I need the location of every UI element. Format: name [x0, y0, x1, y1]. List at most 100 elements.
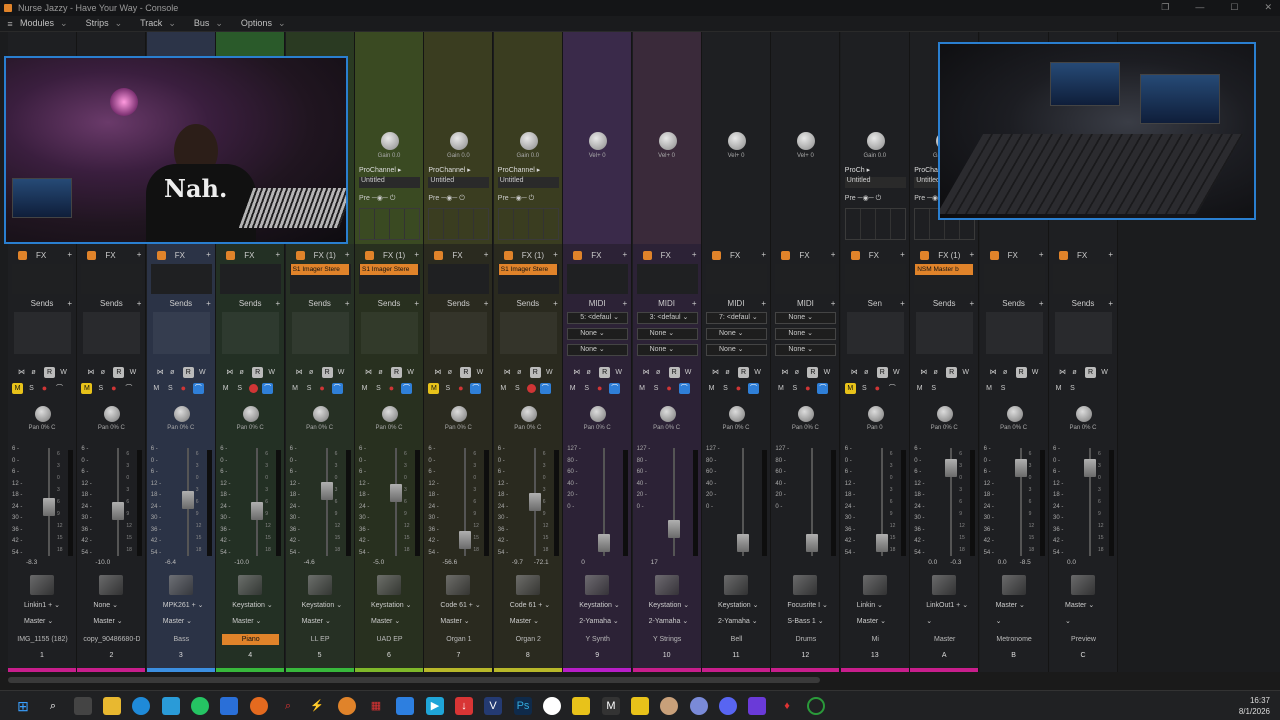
fx-plugin-chip[interactable]: S1 Imager Stere	[360, 264, 418, 275]
phase-icon[interactable]: ø	[167, 367, 178, 378]
write-button[interactable]: W	[752, 367, 763, 378]
volume-fader[interactable]	[320, 482, 333, 501]
mute-button[interactable]: M	[220, 383, 231, 394]
read-button[interactable]: R	[599, 367, 611, 378]
output-select[interactable]: Master ⌄	[498, 617, 559, 629]
sends-area[interactable]	[430, 312, 488, 354]
output-select[interactable]: Master ⌄	[359, 617, 420, 629]
read-button[interactable]: R	[807, 367, 819, 378]
track-name[interactable]: IMG_1155 (182)	[14, 634, 71, 645]
file-explorer-icon[interactable]	[103, 697, 121, 715]
add-fx-button[interactable]: +	[67, 250, 72, 259]
input-select[interactable]: Master ⌄	[1053, 601, 1114, 613]
write-button[interactable]: W	[821, 367, 832, 378]
sends-area[interactable]	[846, 312, 904, 354]
read-button[interactable]: R	[321, 367, 333, 378]
solo-button[interactable]: S	[581, 383, 592, 394]
read-button[interactable]: R	[44, 367, 55, 378]
app-icon-download[interactable]: ↓	[455, 697, 473, 715]
write-button[interactable]: W	[336, 367, 347, 378]
fx-plugin-chip[interactable]: NSM Master b	[915, 264, 974, 275]
add-send-button[interactable]: +	[900, 299, 905, 308]
input-select[interactable]: Linkin ⌄	[845, 601, 906, 613]
volume-fader[interactable]	[181, 491, 194, 510]
pan-knob[interactable]	[520, 406, 537, 422]
volume-fader[interactable]	[1014, 458, 1027, 477]
phase-icon[interactable]: ø	[97, 367, 108, 378]
add-send-button[interactable]: +	[276, 299, 281, 308]
sends-area[interactable]	[499, 312, 557, 354]
write-button[interactable]: W	[544, 367, 555, 378]
phase-icon[interactable]: ø	[444, 367, 455, 378]
output-select[interactable]: ⌄	[984, 617, 1045, 629]
automation-icon[interactable]: ⋈	[502, 367, 513, 378]
read-button[interactable]: R	[946, 367, 958, 378]
add-send-button[interactable]: +	[623, 299, 628, 308]
input-select[interactable]: Keystation ⌄	[290, 601, 351, 613]
app-icon-m[interactable]: M	[602, 697, 620, 715]
write-button[interactable]: W	[1030, 367, 1041, 378]
pan-knob[interactable]	[937, 406, 954, 422]
sends-area[interactable]	[152, 312, 210, 354]
automation-icon[interactable]: ⋈	[85, 367, 96, 378]
mute-button[interactable]: M	[359, 383, 370, 394]
solo-button[interactable]: S	[26, 383, 37, 394]
write-button[interactable]: W	[891, 367, 902, 378]
fx-bin[interactable]	[844, 264, 906, 294]
add-fx-button[interactable]: +	[206, 250, 211, 259]
volume-fader[interactable]	[806, 533, 819, 552]
pan-knob[interactable]	[1076, 406, 1092, 422]
output-select[interactable]: Master ⌄	[845, 617, 906, 629]
output-select[interactable]: Master ⌄	[290, 617, 351, 629]
phase-icon[interactable]: ø	[722, 367, 733, 378]
midi-channel-select[interactable]: None ⌄	[636, 328, 698, 340]
output-select[interactable]: ⌄	[1053, 617, 1114, 629]
fx-bin[interactable]	[428, 264, 490, 294]
menu-strips[interactable]: Strips ⌄	[86, 18, 123, 29]
mute-button[interactable]: M	[498, 383, 509, 394]
fx-bin[interactable]	[983, 264, 1045, 294]
automation-icon[interactable]: ⋈	[641, 367, 652, 378]
pan-knob[interactable]	[312, 406, 329, 422]
gain-knob[interactable]	[728, 132, 746, 150]
midi-channel-select[interactable]: None ⌄	[567, 328, 629, 340]
windows-start-icon[interactable]: ⊞	[14, 697, 32, 715]
add-fx-button[interactable]: +	[553, 250, 558, 259]
phase-icon[interactable]: ø	[236, 367, 247, 378]
pan-knob[interactable]	[173, 406, 190, 422]
track-name[interactable]: Preview	[1055, 634, 1112, 645]
output-select[interactable]: Master ⌄	[428, 617, 489, 629]
volume-fader[interactable]	[112, 502, 125, 520]
input-select[interactable]: Keystation ⌄	[359, 601, 420, 613]
volume-fader[interactable]	[667, 520, 680, 538]
record-arm-button[interactable]: ●	[872, 383, 883, 394]
read-button[interactable]: R	[1085, 367, 1096, 378]
midi-channel-select[interactable]: None ⌄	[706, 344, 767, 356]
power-icon[interactable]	[226, 251, 236, 260]
power-icon[interactable]	[87, 251, 97, 260]
power-icon[interactable]	[365, 251, 374, 260]
sends-area[interactable]	[83, 312, 141, 354]
track-name[interactable]: Bell	[708, 634, 765, 645]
mute-button[interactable]: M	[151, 383, 162, 394]
pan-knob[interactable]	[659, 406, 676, 422]
app-icon-shell[interactable]	[690, 697, 708, 715]
output-select[interactable]: Master ⌄	[12, 617, 73, 629]
add-fx-button[interactable]: +	[970, 250, 975, 259]
add-fx-button[interactable]: +	[137, 250, 142, 259]
power-icon[interactable]	[989, 251, 999, 260]
firefox-icon[interactable]	[250, 697, 268, 715]
volume-fader[interactable]	[945, 458, 958, 477]
track-name[interactable]: Master	[916, 634, 973, 645]
input-echo-button[interactable]: ⌒	[609, 383, 621, 394]
fx-bin[interactable]	[775, 264, 837, 294]
add-send-button[interactable]: +	[414, 299, 419, 308]
volume-fader[interactable]	[737, 533, 749, 552]
menu-track[interactable]: Track ⌄	[140, 18, 176, 29]
input-echo-button[interactable]: ⌒	[817, 383, 829, 394]
volume-fader[interactable]	[43, 497, 55, 516]
close-button[interactable]: ✕	[1264, 2, 1272, 13]
solo-button[interactable]: S	[165, 383, 176, 394]
input-echo-button[interactable]: ⌒	[401, 383, 412, 394]
prochannel-label[interactable]: ProChannel ▸	[359, 166, 420, 174]
